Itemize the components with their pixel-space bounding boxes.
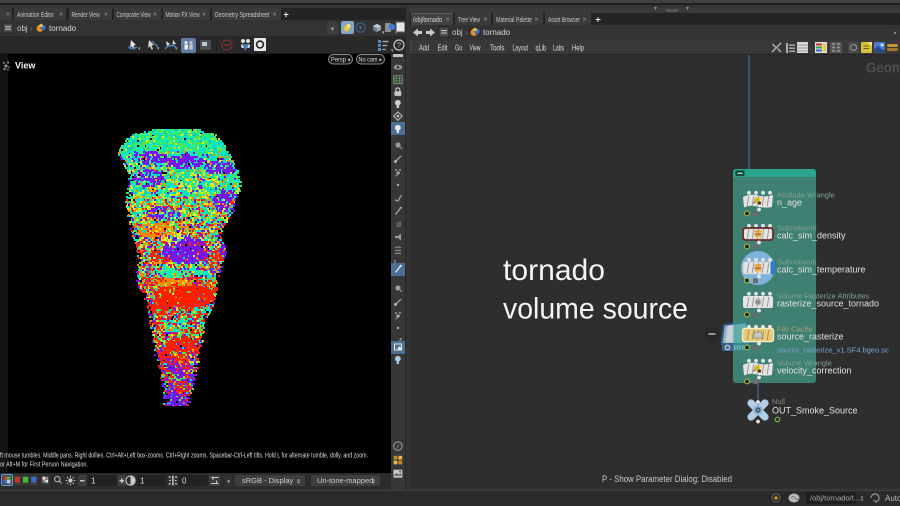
svg-text:volume source: volume source: [503, 293, 688, 326]
svg-text:tornado: tornado: [503, 254, 605, 287]
svg-text:/obj/tornado/t...: /obj/tornado/t...: [810, 494, 860, 503]
svg-text:⇕: ⇕: [859, 495, 865, 503]
svg-text:Auto Up: Auto Up: [885, 494, 900, 503]
